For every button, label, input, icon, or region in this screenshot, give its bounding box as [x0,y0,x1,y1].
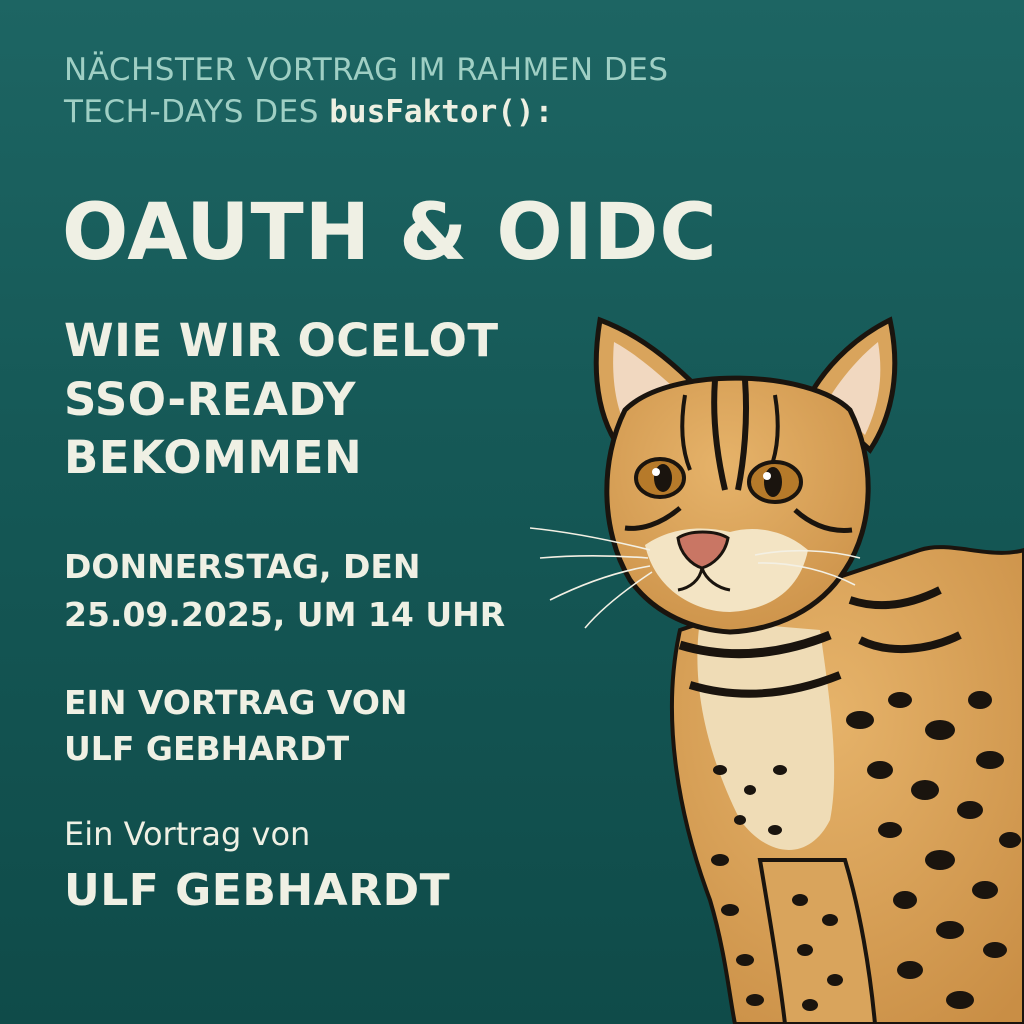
speaker-upper-line-1: EIN VORTRAG VON [64,683,408,722]
subtitle-line-3: BEKOMMEN [64,431,363,484]
event-poster: NÄCHSTER VORTRAG IM RAHMEN DES TECH-DAYS… [0,0,1024,1024]
event-date: DONNERSTAG, DEN 25.09.2025, UM 14 UHR [64,543,584,639]
brand-name: busFaktor(): [329,93,554,130]
speaker-upper-line-2: ULF GEBHARDT [64,729,350,769]
date-line-1: DONNERSTAG, DEN [64,547,421,586]
ocelot-icon [530,316,1024,1024]
intro-line-2-prefix: TECH-DAYS DES [64,93,319,130]
intro-text: NÄCHSTER VORTRAG IM RAHMEN DES TECH-DAYS… [64,50,824,133]
talk-title: OAUTH & OIDC [62,188,718,278]
subtitle-line-1: WIE WIR OCELOT [64,314,499,367]
speaker-name: ULF GEBHARDT [64,865,451,916]
subtitle-line-2: SSO-READY [64,372,356,426]
speaker-block-upper: EIN VORTRAG VON ULF GEBHARDT [64,680,584,772]
date-line-2: 25.09.2025, UM 14 UHR [64,594,506,634]
talk-subtitle: WIE WIR OCELOT SSO-READY BEKOMMEN [64,312,584,488]
intro-line-1: NÄCHSTER VORTRAG IM RAHMEN DES [64,52,669,88]
speaker-intro: Ein Vortrag von [64,815,311,853]
